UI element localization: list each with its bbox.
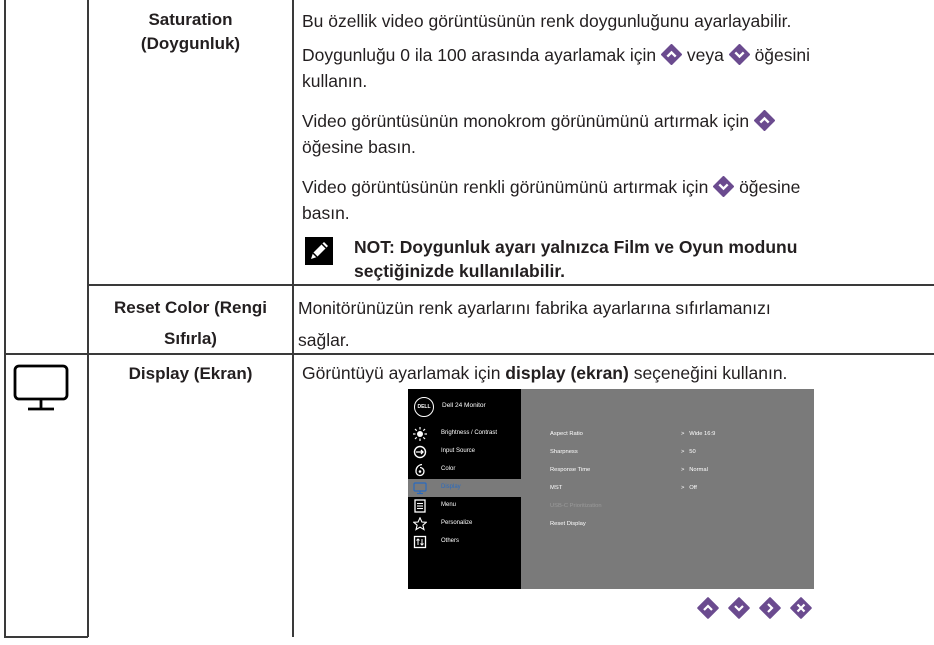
display-desc: Görüntüyü ayarlamak için display (ekran)… <box>302 360 787 386</box>
osd-menu-item-color[interactable]: Color <box>408 461 521 479</box>
dell-logo: DELL <box>414 397 434 417</box>
input-source-icon <box>413 445 427 459</box>
osd-menu-item-menu[interactable]: Menu <box>408 497 521 515</box>
nav-close-icon[interactable] <box>790 597 812 619</box>
table-left-border <box>4 0 6 637</box>
star-icon <box>413 517 427 531</box>
note-line2: seçtiğinizde kullanılabilir. <box>354 260 566 281</box>
nav-up-icon[interactable] <box>697 597 719 619</box>
note-pencil-icon <box>305 237 333 265</box>
osd-setting-mst[interactable]: MST > Off <box>550 485 810 491</box>
p2-text-a: Doygunluğu 0 ila 100 arasında ayarlamak … <box>302 45 657 65</box>
saturation-desc-p4: Video görüntüsünün renkli görünümünü art… <box>302 174 922 200</box>
others-icon <box>413 535 427 549</box>
osd-setting-value: > 50 <box>681 449 696 455</box>
osd-setting-value-text: 50 <box>689 449 696 455</box>
table-row-line-1 <box>87 284 934 286</box>
osd-setting-aspect-ratio[interactable]: Aspect Ratio > Wide 16:9 <box>550 431 810 437</box>
reset-color-feature-line2: Sıfırla) <box>164 328 217 348</box>
osd-menu-item-input-source[interactable]: Input Source <box>408 443 521 461</box>
saturation-desc-p3: Video görüntüsünün monokrom görünümünü a… <box>302 108 922 134</box>
table-col-divider-2 <box>292 0 294 637</box>
note-text: NOT: Doygunluk ayarı yalnızca Film ve Oy… <box>354 236 914 283</box>
osd-menu-item-display[interactable]: Display <box>408 479 521 497</box>
brightness-icon <box>413 427 427 441</box>
reset-color-desc: Monitörünüzün renk ayarlarını fabrika ay… <box>298 293 771 356</box>
osd-menu-label: Input Source <box>441 448 476 454</box>
osd-setting-usbc-prioritization: USB-C Prioritization <box>550 503 810 509</box>
saturation-desc-p4-line2: basın. <box>302 203 350 223</box>
osd-menu-label: Brightness / Contrast <box>441 430 498 436</box>
down-button-icon <box>713 176 735 197</box>
osd-menu-label: Color <box>441 466 456 472</box>
up-button-icon <box>660 44 682 65</box>
saturation-desc-p1: Bu özellik video görüntüsünün renk doygu… <box>302 11 792 31</box>
down-button-icon <box>728 44 750 65</box>
osd-menu-label: Display <box>441 484 461 490</box>
osd-setting-value: > Off <box>681 485 697 491</box>
osd-menu-item-others[interactable]: Others <box>408 533 521 551</box>
osd-setting-label: Aspect Ratio <box>550 431 583 437</box>
table-bottom-line <box>4 636 88 638</box>
osd-menu-label: Menu <box>441 502 457 508</box>
osd-setting-response-time[interactable]: Response Time > Normal <box>550 467 810 473</box>
note-line1: NOT: Doygunluk ayarı yalnızca Film ve Oy… <box>354 237 798 257</box>
osd-setting-value: > Normal <box>681 467 708 473</box>
p4-text-a: Video görüntüsünün renkli görünümünü art… <box>302 177 709 197</box>
monitor-icon <box>13 364 69 411</box>
menu-icon <box>414 499 426 513</box>
osd-setting-value-text: Normal <box>689 467 708 473</box>
p4-text-b: öğesine <box>739 177 801 197</box>
osd-menu-label: Personalize <box>441 520 473 526</box>
display-feature-name: Display (Ekran) <box>128 364 253 383</box>
nav-right-icon[interactable] <box>759 597 781 619</box>
reset-color-desc-line1: Monitörünüzün renk ayarlarını fabrika ay… <box>298 298 771 318</box>
reset-color-desc-line2: sağlar. <box>298 329 350 350</box>
osd-setting-label: Response Time <box>550 467 591 473</box>
display-desc-bold: display (ekran) <box>505 363 629 383</box>
saturation-desc-p3-line2: öğesine basın. <box>302 137 416 157</box>
saturation-desc-p2-line2: kullanın. <box>302 71 368 91</box>
osd-menu-item-personalize[interactable]: Personalize <box>408 515 521 533</box>
saturation-feature-line2: (Doygunluk) <box>140 33 241 53</box>
osd-setting-value-text: Wide 16:9 <box>689 431 716 437</box>
p3-text-a: Video görüntüsünün monokrom görünümünü a… <box>302 111 750 131</box>
osd-header: DELL Dell 24 Monitor <box>408 389 521 423</box>
osd-title: Dell 24 Monitor <box>442 402 486 409</box>
osd-setting-sharpness[interactable]: Sharpness > 50 <box>550 449 810 455</box>
display-desc-b: seçeneğini kullanın. <box>633 363 788 383</box>
up-button-icon <box>754 110 776 131</box>
osd-setting-label: Sharpness <box>550 449 578 455</box>
saturation-feature-line1: Saturation <box>148 10 233 29</box>
osd-setting-label: USB-C Prioritization <box>550 503 602 509</box>
nav-down-icon[interactable] <box>728 597 750 619</box>
osd-menu-item-brightness[interactable]: Brightness / Contrast <box>408 425 521 443</box>
color-icon <box>415 463 425 477</box>
osd-setting-label: Reset Display <box>550 521 586 527</box>
p2-text-b: veya <box>686 45 724 65</box>
osd-setting-reset-display[interactable]: Reset Display <box>550 521 810 527</box>
display-desc-a: Görüntüyü ayarlamak için <box>302 363 501 383</box>
reset-color-feature-name: Reset Color (Rengi Sıfırla) <box>89 293 292 354</box>
osd-menu-label: Others <box>441 538 460 544</box>
osd-setting-value-text: Off <box>689 485 697 491</box>
saturation-desc-p2: Doygunluğu 0 ila 100 arasında ayarlamak … <box>302 42 922 68</box>
osd-setting-value: > Wide 16:9 <box>681 431 716 437</box>
osd-setting-label: MST <box>550 485 563 491</box>
reset-color-feature-line1: Reset Color (Rengi <box>113 298 268 317</box>
display-icon <box>413 482 427 495</box>
p2-text-c: öğesini <box>754 45 811 65</box>
osd-menu-screenshot: DELL Dell 24 Monitor Brightness / Contra… <box>408 389 814 589</box>
saturation-feature-name: Saturation (Doygunluk) <box>89 8 292 56</box>
